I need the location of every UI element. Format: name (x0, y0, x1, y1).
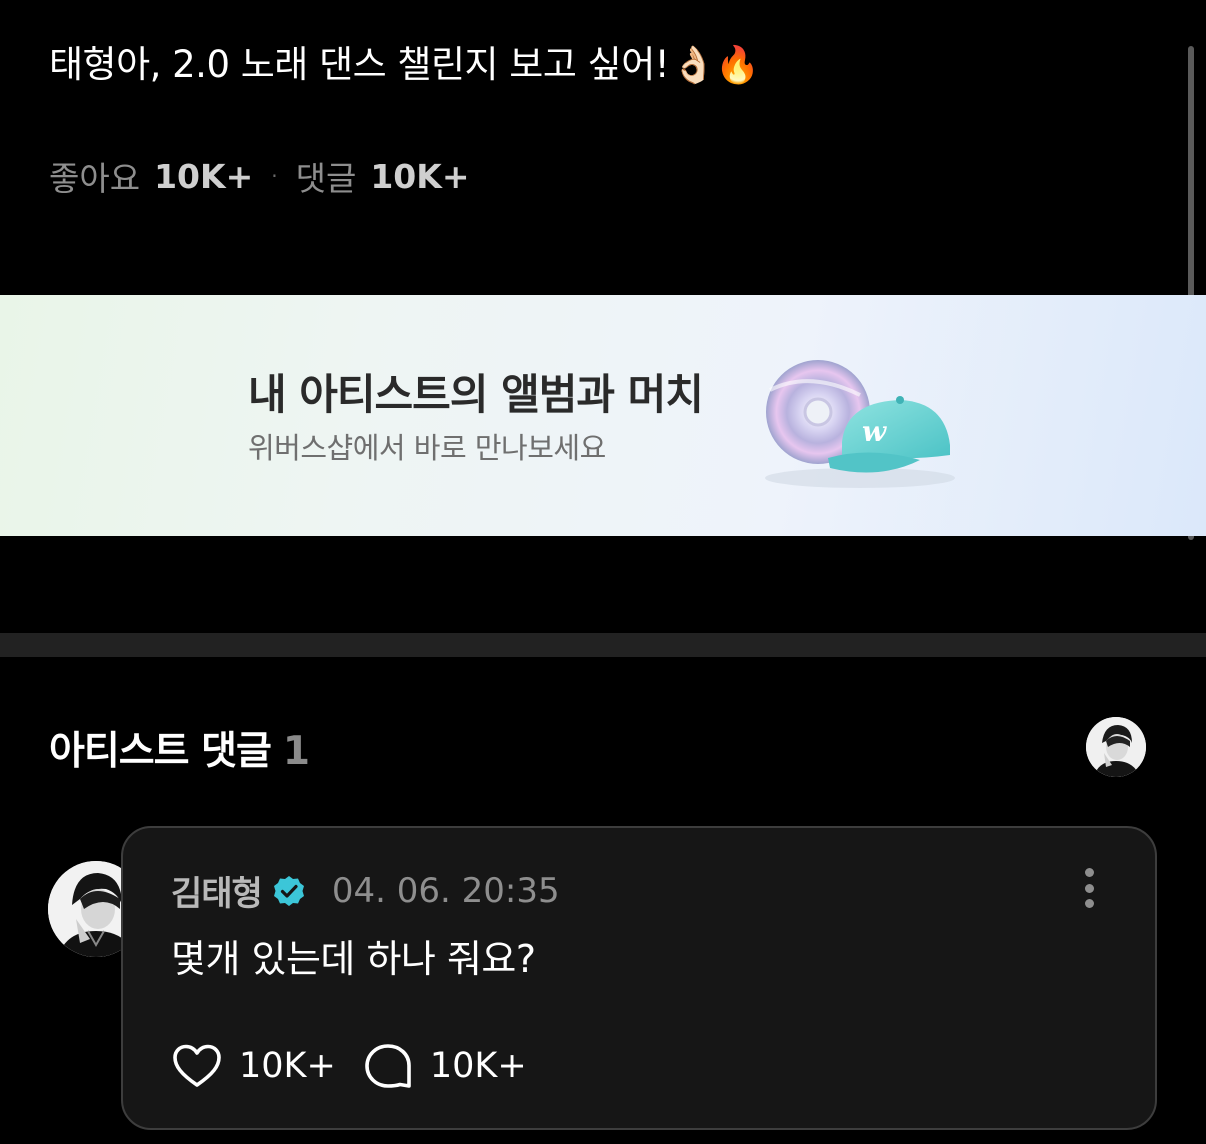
post-title: 태형아, 2.0 노래 댄스 챌린지 보고 싶어!👌🏻🔥 (49, 38, 760, 93)
likes-count[interactable]: 10K+ (154, 157, 253, 196)
reply-button[interactable]: 10K+ (362, 1042, 527, 1090)
heart-icon (173, 1044, 221, 1087)
post-stats: 좋아요 10K+ · 댓글 10K+ (49, 152, 470, 200)
artist-comments-heading: 아티스트 댓글 1 (49, 720, 310, 776)
comment-timestamp: 04. 06. 20:35 (331, 870, 560, 911)
comment-actions: 10K+ 10K+ (171, 1042, 553, 1090)
like-button[interactable]: 10K+ (171, 1042, 336, 1090)
banner-subtitle: 위버스샵에서 바로 만나보세요 (248, 431, 606, 465)
verified-badge-icon (273, 875, 304, 906)
comments-count[interactable]: 10K+ (370, 157, 469, 196)
post-title-emoji: 👌🏻🔥 (671, 45, 760, 86)
stats-separator: · (271, 164, 278, 188)
more-vertical-icon[interactable] (1081, 868, 1097, 908)
artist-comments-title: 아티스트 댓글 (49, 729, 272, 774)
banner-title: 내 아티스트의 앨범과 머치 (248, 370, 704, 419)
likes-label[interactable]: 좋아요 (49, 152, 140, 200)
speech-bubble-icon (365, 1044, 411, 1088)
post-detail-page: 태형아, 2.0 노래 댄스 챌린지 보고 싶어!👌🏻🔥 좋아요 10K+ · … (0, 0, 1206, 1144)
comment-author-row: 김태형 04. 06. 20:35 (171, 866, 560, 915)
section-divider (0, 633, 1206, 657)
comment-author-name[interactable]: 김태형 (171, 866, 263, 915)
like-count: 10K+ (239, 1046, 336, 1086)
reply-count: 10K+ (429, 1046, 527, 1086)
comment-text: 몇개 있는데 하나 줘요? (171, 937, 536, 981)
artist-portrait-icon (1086, 717, 1146, 777)
comments-label[interactable]: 댓글 (296, 152, 357, 200)
weverse-shop-banner[interactable]: 내 아티스트의 앨범과 머치 위버스샵에서 바로 만나보세요 w (0, 295, 1206, 536)
post-title-text: 태형아, 2.0 노래 댄스 챌린지 보고 싶어! (49, 43, 670, 86)
album-and-cap-illustration: w (765, 360, 955, 488)
cap-logo: w (862, 415, 887, 448)
artist-comments-count: 1 (282, 729, 310, 774)
artist-comment-card: 김태형 04. 06. 20:35 몇개 있는데 하나 줘요? 10K+ 10K… (121, 826, 1157, 1130)
artist-avatar-small[interactable] (1086, 717, 1146, 777)
